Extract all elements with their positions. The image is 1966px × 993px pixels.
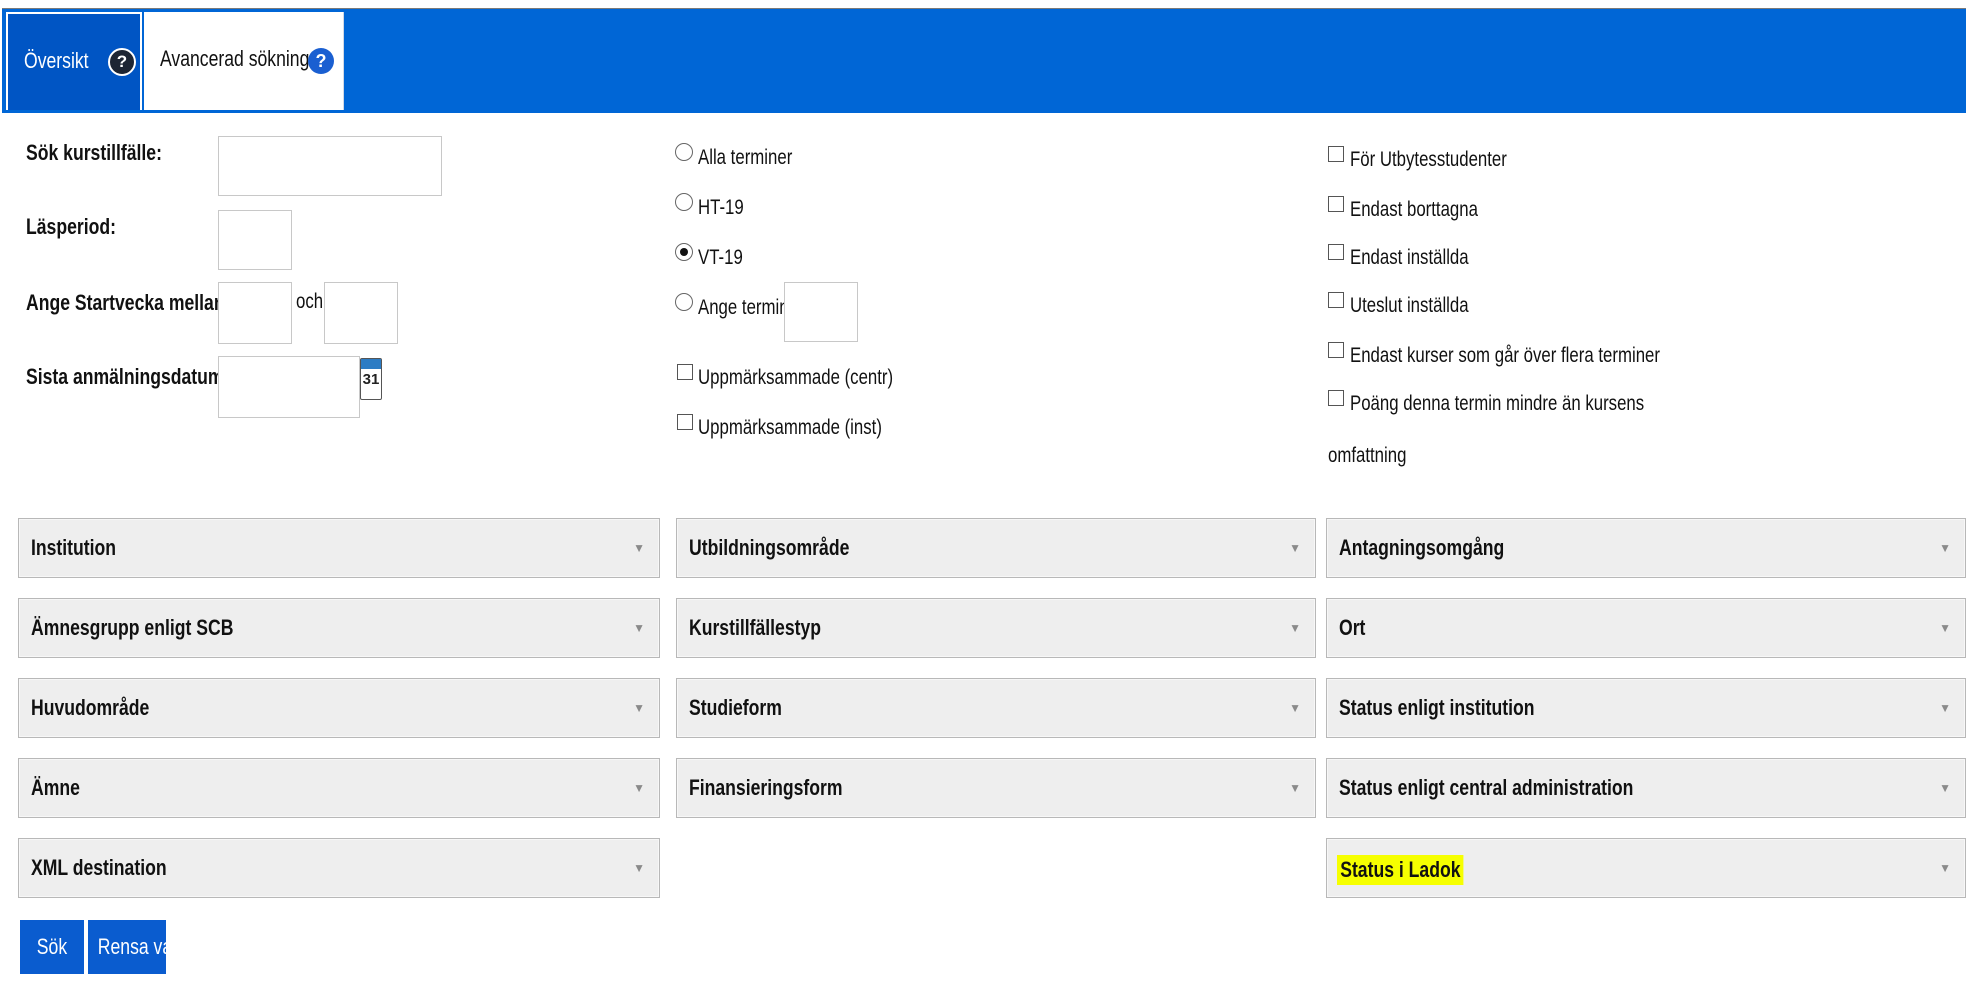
status-i-ladok-label: Status i Ladok — [1337, 855, 1464, 885]
sok-kurstillfalle-label: Sök kurstillfälle: — [26, 140, 162, 165]
chevron-down-icon: ▼ — [633, 621, 645, 635]
chevron-down-icon: ▼ — [633, 861, 645, 875]
poang-mindre-label-wrap: omfattning — [1328, 444, 1407, 467]
checkbox-endast-installda[interactable] — [1328, 244, 1344, 260]
chevron-down-icon: ▼ — [1289, 781, 1301, 795]
radio-alla-terminer-label: Alla terminer — [698, 146, 793, 169]
chevron-down-icon: ▼ — [1939, 541, 1951, 555]
clear-button[interactable]: Rensa val — [88, 920, 176, 974]
radio-vt-19[interactable] — [675, 243, 693, 261]
poang-mindre-label: Poäng denna termin mindre än kursens — [1350, 392, 1645, 415]
sista-anmalningsdatum-label: Sista anmälningsdatum: — [26, 364, 230, 389]
startvecka-from-input[interactable] — [218, 282, 292, 344]
radio-ht-19[interactable] — [675, 193, 693, 211]
calendar-icon[interactable]: 31 — [360, 358, 382, 400]
dropdown-amne[interactable]: Ämne ▼ — [18, 758, 660, 818]
ange-termin-input[interactable] — [784, 282, 858, 342]
och-label: och — [296, 290, 324, 313]
flera-terminer-label: Endast kurser som går över flera termine… — [1350, 344, 1660, 367]
uppmarksammade-inst-label: Uppmärksammade (inst) — [698, 416, 882, 439]
dropdown-studieform[interactable]: Studieform ▼ — [676, 678, 1316, 738]
dropdown-finansieringsform[interactable]: Finansieringsform ▼ — [676, 758, 1316, 818]
lasperiod-label: Läsperiod: — [26, 214, 116, 239]
chevron-down-icon: ▼ — [1939, 701, 1951, 715]
tab-oversikt-label: Översikt — [24, 48, 89, 73]
dropdown-status-institution[interactable]: Status enligt institution ▼ — [1326, 678, 1966, 738]
dropdown-amnesgrupp-scb[interactable]: Ämnesgrupp enligt SCB ▼ — [18, 598, 660, 658]
utbytesstudenter-label: För Utbytesstudenter — [1350, 148, 1507, 171]
chevron-down-icon: ▼ — [633, 541, 645, 555]
tab-avancerad-sokning[interactable]: Avancerad sökning ? — [144, 12, 344, 110]
dropdown-huvudomrade[interactable]: Huvudområde ▼ — [18, 678, 660, 738]
tab-oversikt[interactable]: Översikt ? — [6, 12, 142, 110]
endast-borttagna-label: Endast borttagna — [1350, 198, 1478, 221]
dropdown-xml-destination[interactable]: XML destination ▼ — [18, 838, 660, 898]
checkbox-flera-terminer[interactable] — [1328, 342, 1344, 358]
sok-kurstillfalle-input[interactable] — [218, 136, 442, 196]
help-icon[interactable]: ? — [308, 48, 334, 74]
dropdown-institution[interactable]: Institution ▼ — [18, 518, 660, 578]
tab-avancerad-label: Avancerad sökning — [160, 46, 310, 71]
checkbox-utbytesstudenter[interactable] — [1328, 146, 1344, 162]
radio-alla-terminer[interactable] — [675, 143, 693, 161]
checkbox-uppmarksammade-inst[interactable] — [677, 414, 693, 430]
chevron-down-icon: ▼ — [1289, 621, 1301, 635]
radio-ht-19-label: HT-19 — [698, 196, 744, 219]
radio-ange-termin-label: Ange termin: — [698, 296, 794, 319]
sista-anmalningsdatum-input[interactable] — [218, 356, 360, 418]
uppmarksammade-centr-label: Uppmärksammade (centr) — [698, 366, 894, 389]
dropdown-kurstillfallestyp[interactable]: Kurstillfällestyp ▼ — [676, 598, 1316, 658]
chevron-down-icon: ▼ — [1939, 781, 1951, 795]
dropdown-status-i-ladok[interactable]: Status i Ladok ▼ — [1326, 838, 1966, 898]
lasperiod-input[interactable] — [218, 210, 292, 270]
checkbox-poang-mindre[interactable] — [1328, 390, 1344, 406]
search-button[interactable]: Sök — [20, 920, 84, 974]
chevron-down-icon: ▼ — [1939, 621, 1951, 635]
dropdown-ort[interactable]: Ort ▼ — [1326, 598, 1966, 658]
dropdown-status-central-administration[interactable]: Status enligt central administration ▼ — [1326, 758, 1966, 818]
checkbox-uppmarksammade-centr[interactable] — [677, 364, 693, 380]
checkbox-uteslut-installda[interactable] — [1328, 292, 1344, 308]
checkbox-endast-borttagna[interactable] — [1328, 196, 1344, 212]
uteslut-installda-label: Uteslut inställda — [1350, 294, 1469, 317]
radio-vt-19-label: VT-19 — [698, 246, 743, 269]
chevron-down-icon: ▼ — [633, 701, 645, 715]
startvecka-to-input[interactable] — [324, 282, 398, 344]
dropdown-antagningsomgang[interactable]: Antagningsomgång ▼ — [1326, 518, 1966, 578]
startvecka-label: Ange Startvecka mellan: — [26, 290, 231, 315]
endast-installda-label: Endast inställda — [1350, 246, 1469, 269]
chevron-down-icon: ▼ — [1289, 541, 1301, 555]
chevron-down-icon: ▼ — [1289, 701, 1301, 715]
help-icon[interactable]: ? — [108, 48, 136, 76]
radio-ange-termin[interactable] — [675, 293, 693, 311]
dropdown-utbildningsomrade[interactable]: Utbildningsområde ▼ — [676, 518, 1316, 578]
chevron-down-icon: ▼ — [633, 781, 645, 795]
chevron-down-icon: ▼ — [1939, 861, 1951, 875]
